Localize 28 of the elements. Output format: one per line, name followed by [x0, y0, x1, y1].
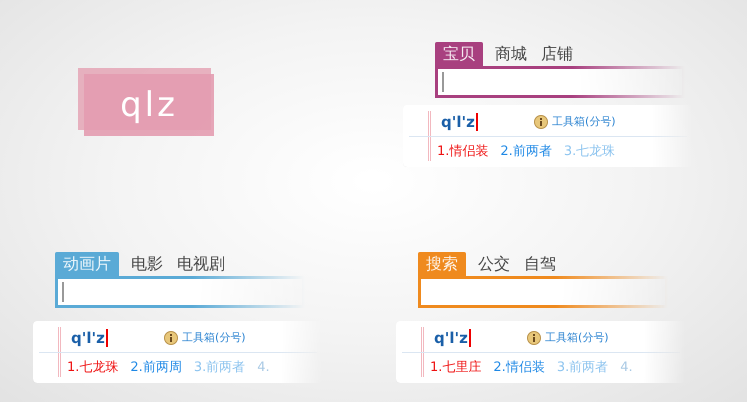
tab[interactable]: 电影 — [129, 252, 165, 276]
toolbox-link[interactable]: 工具箱(分号) — [182, 330, 246, 346]
tab[interactable]: 宝贝 — [435, 42, 483, 66]
search-field[interactable] — [55, 276, 305, 308]
tab[interactable]: 店铺 — [539, 42, 575, 66]
search-field[interactable] — [435, 66, 685, 98]
composition-text: q'l'z — [441, 113, 478, 131]
tab[interactable]: 动画片 — [55, 252, 119, 276]
info-icon — [527, 331, 541, 346]
composition-text: q'l'z — [434, 329, 471, 347]
candidate[interactable]: 2.情侣装 — [493, 359, 545, 377]
candidate[interactable]: 2.前两者 — [500, 143, 552, 161]
tab[interactable]: 自驾 — [522, 252, 558, 276]
info-icon — [164, 331, 178, 346]
candidate[interactable]: 2.前两周 — [130, 359, 182, 377]
tab[interactable]: 公交 — [476, 252, 512, 276]
candidate[interactable]: 1.七里庄 — [430, 359, 482, 377]
toolbox-link[interactable]: 工具箱(分号) — [545, 330, 609, 346]
candidate[interactable]: 1.情侣装 — [437, 143, 488, 161]
search-field[interactable] — [418, 276, 668, 308]
logo: qlz — [84, 74, 214, 136]
composition-text: q'l'z — [71, 329, 108, 347]
tab[interactable]: 商城 — [493, 42, 529, 66]
tab[interactable]: 电视剧 — [175, 252, 227, 276]
candidate[interactable]: 1.七龙珠 — [67, 359, 118, 377]
toolbox-link[interactable]: 工具箱(分号) — [552, 114, 616, 130]
info-icon — [534, 115, 548, 130]
tab[interactable]: 搜索 — [418, 252, 466, 276]
